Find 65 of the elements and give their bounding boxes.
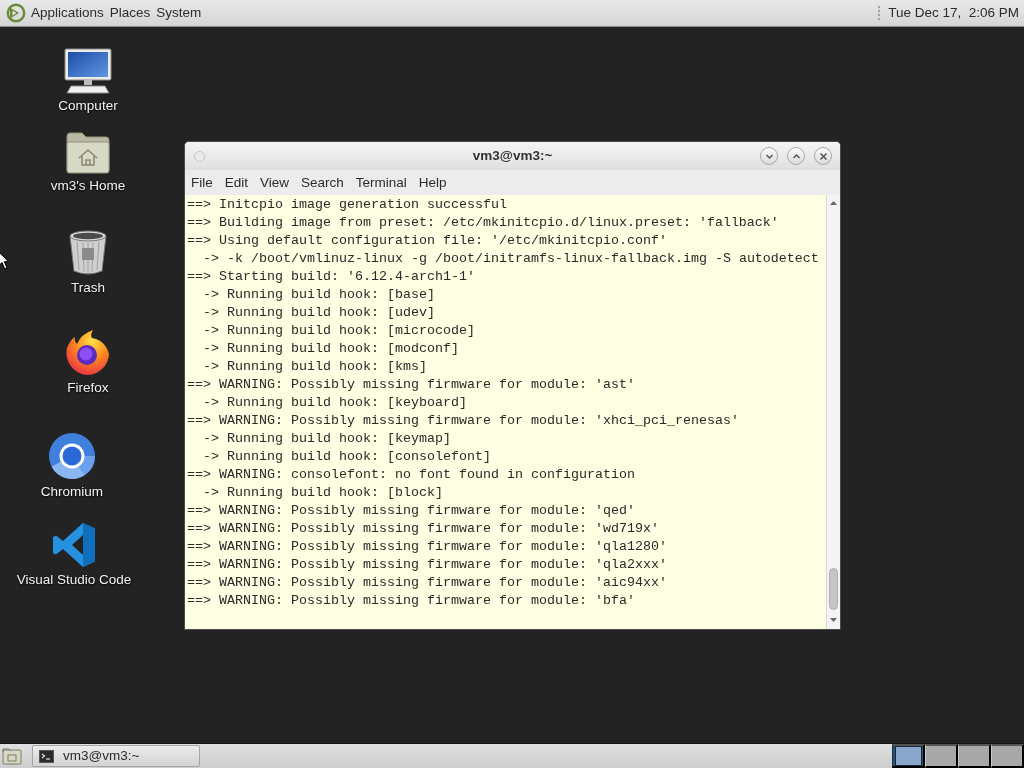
terminal-line: ==> Starting build: '6.12.4-arch1-1': [187, 268, 475, 286]
clock[interactable]: Tue Dec 17, 2:06 PM: [888, 4, 1019, 22]
terminal-line: ==> WARNING: Possibly missing firmware for module: 'qla2xxx': [187, 556, 667, 574]
scroll-up-icon[interactable]: [830, 201, 837, 205]
dot-icon[interactable]: [194, 150, 205, 162]
terminal-line: -> Running build hook: [consolefont]: [203, 448, 491, 466]
home-folder-icon[interactable]: [65, 130, 111, 174]
shortcut-label[interactable]: Firefox: [67, 380, 109, 396]
shortcut-label[interactable]: vm3's Home: [50, 178, 126, 194]
terminal-line: -> Running build hook: [udev]: [203, 304, 435, 322]
window-title: vm3@vm3:~: [472, 146, 553, 165]
ring-logo-icon[interactable]: [48, 432, 96, 480]
mini-window-icon: [894, 746, 922, 766]
terminal-line: ==> WARNING: Possibly missing firmware for module: 'qla1280': [187, 538, 667, 556]
terminal-line: ==> WARNING: Possibly missing firmware for module: 'wd719x': [187, 520, 659, 538]
terminal-line: -> Running build hook: [block]: [203, 484, 443, 502]
terminal-line: ==> Initcpio image generation successful: [187, 196, 507, 214]
minimize-button[interactable]: [760, 147, 778, 165]
maximize-button[interactable]: [787, 147, 805, 165]
terminal-line: -> Running build hook: [modconf]: [203, 340, 459, 358]
menu-item[interactable]: View: [254, 173, 296, 192]
workspace-button[interactable]: [958, 744, 991, 768]
terminal-icon: [39, 749, 54, 763]
logo-icon[interactable]: [6, 3, 26, 23]
panel-menu[interactable]: Applications: [28, 3, 107, 23]
workspace-button[interactable]: [892, 744, 925, 768]
terminal-line: -> -k /boot/vmlinuz-linux -g /boot/initramfs-linux-fallback.img -S autodetect: [203, 250, 819, 268]
flame-logo-icon[interactable]: [65, 328, 111, 376]
menu-item[interactable]: Search: [295, 173, 350, 192]
panel-menu[interactable]: Places: [106, 3, 154, 23]
menu-item[interactable]: Help: [412, 173, 453, 192]
shortcut-label[interactable]: Chromium: [40, 484, 104, 500]
terminal-line: ==> WARNING: consolefont: no font found in configuration: [187, 466, 635, 484]
shortcut-label[interactable]: Visual Studio Code: [16, 572, 132, 588]
taskbar-window-button[interactable]: vm3@vm3:~: [32, 745, 200, 767]
terminal-line: ==> WARNING: Possibly missing firmware for module: 'qed': [187, 502, 635, 520]
terminal-line: ==> Using default configuration file: '/etc/mkinitcpio.conf': [187, 232, 667, 250]
terminal-line: -> Running build hook: [microcode]: [203, 322, 475, 340]
angle-logo-icon[interactable]: [52, 522, 96, 568]
terminal-line: -> Running build hook: [base]: [203, 286, 435, 304]
terminal-line: -> Running build hook: [kms]: [203, 358, 427, 376]
menu-item[interactable]: Terminal: [349, 173, 413, 192]
terminal-line: -> Running build hook: [keymap]: [203, 430, 451, 448]
monitor-icon[interactable]: [64, 48, 112, 94]
menu-item[interactable]: Edit: [218, 173, 255, 192]
close-button[interactable]: [814, 147, 832, 165]
shortcut-label[interactable]: Computer: [58, 98, 118, 114]
shortcut-label[interactable]: Trash: [71, 280, 105, 296]
close-icon: [818, 151, 828, 161]
terminal-line: ==> WARNING: Possibly missing firmware for module: 'bfa': [187, 592, 635, 610]
terminal-line: ==> WARNING: Possibly missing firmware for module: 'xhci_pci_renesas': [187, 412, 739, 430]
workspace-button[interactable]: [925, 744, 958, 768]
workspace-button[interactable]: [991, 744, 1024, 768]
trash-icon[interactable]: [68, 230, 108, 276]
terminal-line: ==> WARNING: Possibly missing firmware for module: 'ast': [187, 376, 635, 394]
panel-menu[interactable]: System: [153, 3, 205, 23]
terminal-line: ==> WARNING: Possibly missing firmware for module: 'aic94xx': [187, 574, 667, 592]
menu-item[interactable]: File: [185, 173, 219, 192]
scroll-down-icon[interactable]: [830, 618, 837, 622]
scrollbar-thumb[interactable]: [829, 568, 838, 610]
terminal-line: -> Running build hook: [keyboard]: [203, 394, 467, 412]
grip-icon[interactable]: [877, 5, 882, 21]
mouse-pointer-icon: [0, 251, 9, 270]
chevron-up-icon: [791, 151, 801, 161]
terminal-line: ==> Building image from preset: /etc/mkinitcpio.d/linux.preset: 'fallback': [187, 214, 779, 232]
